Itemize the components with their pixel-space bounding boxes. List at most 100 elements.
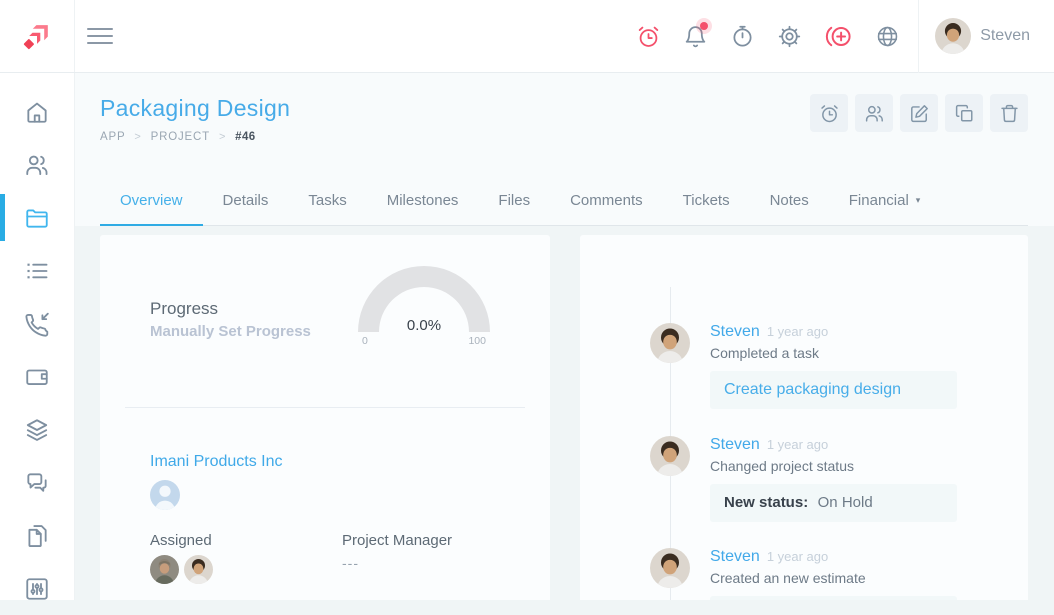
breadcrumb: APP > PROJECT > #46 [100,131,256,143]
project-tabs: Overview Details Tasks Milestones Files … [100,192,1028,226]
layers-icon [24,417,50,443]
gauge-value: 0.0% [356,317,492,334]
quick-add-plus-circle-icon[interactable] [823,23,853,49]
users-icon [24,152,50,178]
top-navbar: Steven [0,0,1054,73]
assigned-member-avatar[interactable] [184,555,213,584]
timeline-time: 1 year ago [767,437,828,452]
timeline-avatar [650,548,690,588]
phone-incoming-icon [24,311,50,337]
project-timer-button[interactable] [810,94,848,132]
timeline-entry: Steven 1 year ago Created an new estimat… [650,548,1008,600]
assigned-member-avatar[interactable] [150,555,179,584]
wallet-icon [24,364,50,390]
assigned-label: Assigned [150,532,212,549]
edit-pencil-icon [909,103,930,124]
progress-gauge: 0.0% 0 100 [356,264,492,332]
breadcrumb-separator: > [134,131,141,143]
chat-bubbles-icon [24,470,50,496]
home-icon [24,99,50,125]
timeline-avatar [650,436,690,476]
timeline-detail-box: Create packaging design [710,371,957,409]
progress-subtitle: Manually Set Progress [150,323,311,340]
chevron-down-icon: ▾ [916,195,921,206]
tab-files[interactable]: Files [478,192,550,225]
tab-comments[interactable]: Comments [550,192,663,225]
timeline-user-link[interactable]: Steven [710,548,760,566]
sidebar-item-clients[interactable] [0,138,74,191]
timeline-user-link[interactable]: Steven [710,436,760,454]
timeline-detail-box [710,596,957,600]
alarm-clock-icon [819,103,840,124]
breadcrumb-app[interactable]: APP [100,131,125,143]
folder-icon [24,205,50,231]
tab-milestones[interactable]: Milestones [367,192,479,225]
progress-title: Progress [150,299,218,319]
main-area: Packaging Design APP > PROJECT > #46 [75,73,1054,600]
tab-notes[interactable]: Notes [750,192,829,225]
sliders-icon [24,576,50,602]
sidebar-item-utilities[interactable] [0,562,74,615]
copy-icon [954,103,975,124]
tab-details[interactable]: Details [203,192,289,225]
assigned-members [150,555,213,584]
sidebar-item-items[interactable] [0,403,74,456]
progress-card: Progress Manually Set Progress 0.0% 0 10… [100,235,550,600]
breadcrumb-separator: > [219,131,226,143]
tab-tickets[interactable]: Tickets [663,192,750,225]
sidebar-item-tasks[interactable] [0,244,74,297]
assign-members-button[interactable] [855,94,893,132]
activity-timeline-card: Steven 1 year ago Completed a task Creat… [580,235,1028,600]
tab-tasks[interactable]: Tasks [288,192,366,225]
status-value: On Hold [818,494,873,511]
delete-project-button[interactable] [990,94,1028,132]
timeline-user-link[interactable]: Steven [710,323,760,341]
tab-financial[interactable]: Financial ▾ [829,192,941,225]
sidebar-item-dashboard[interactable] [0,85,74,138]
users-icon [864,103,885,124]
timer-stopwatch-icon[interactable] [729,23,755,49]
status-label: New status: [724,494,808,511]
breadcrumb-project-id: #46 [235,131,255,143]
timeline-action: Changed project status [710,458,1008,474]
task-link[interactable]: Create packaging design [724,381,901,398]
timeline-action: Created an new estimate [710,570,1008,586]
sidebar-item-projects[interactable] [0,191,74,244]
user-name: Steven [980,27,1030,45]
gauge-max-label: 100 [468,335,486,347]
project-actions [810,94,1028,132]
language-globe-icon[interactable] [874,23,900,49]
clone-project-button[interactable] [945,94,983,132]
project-manager-label: Project Manager [342,532,452,549]
client-avatar [150,480,180,510]
app-logo[interactable] [0,0,75,72]
edit-project-button[interactable] [900,94,938,132]
sidebar-nav [0,73,75,600]
timeline-avatar [650,323,690,363]
divider [125,407,525,408]
timeline-action: Completed a task [710,345,1008,361]
sidebar-item-messages[interactable] [0,456,74,509]
brand-logo-icon [20,19,54,53]
gauge-min-label: 0 [362,335,368,347]
user-avatar[interactable] [935,18,971,54]
sidebar-item-payments[interactable] [0,350,74,403]
notifications-bell-icon[interactable] [682,23,708,49]
trash-icon [999,103,1020,124]
sidebar-item-documents[interactable] [0,509,74,562]
project-manager-value: --- [342,555,359,571]
list-icon [24,258,50,284]
user-menu[interactable]: Steven [918,0,1034,73]
menu-toggle-button[interactable] [87,28,113,44]
reminders-alarm-icon[interactable] [635,23,661,49]
timeline-entry: Steven 1 year ago Changed project status… [650,436,1008,522]
timeline-entry: Steven 1 year ago Completed a task Creat… [650,323,1008,409]
timeline-time: 1 year ago [767,549,828,564]
overview-content: Progress Manually Set Progress 0.0% 0 10… [75,226,1054,600]
sidebar-item-calls[interactable] [0,297,74,350]
timeline-time: 1 year ago [767,324,828,339]
client-link[interactable]: Imani Products Inc [150,453,283,471]
tab-overview[interactable]: Overview [100,192,203,225]
settings-gear-icon[interactable] [776,23,802,49]
breadcrumb-section[interactable]: PROJECT [151,131,210,143]
